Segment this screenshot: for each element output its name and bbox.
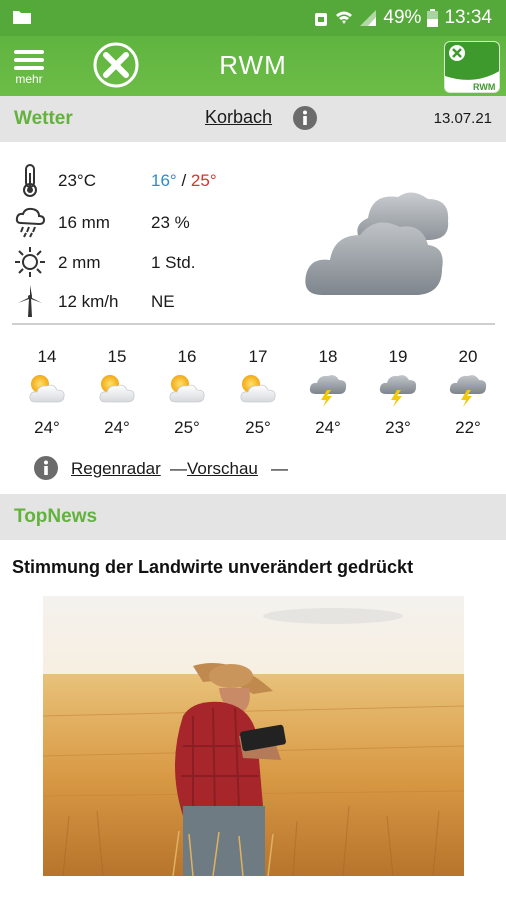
rwm-logo-text: RWM xyxy=(473,82,495,92)
current-temperature-row: 23°C 16° / 25° xyxy=(0,163,300,197)
forecast-temperature: 25° xyxy=(245,418,271,437)
forecast-temperature: 24° xyxy=(104,418,130,437)
forecast-day: 16 25° xyxy=(157,347,217,438)
sun-cloud-icon xyxy=(166,370,208,408)
signal-icon xyxy=(360,10,377,26)
forecast-day-number: 15 xyxy=(107,347,127,366)
news-image[interactable] xyxy=(43,596,464,876)
wind-speed: 12 km/h xyxy=(58,292,119,311)
temp-min-max: 16° / 25° xyxy=(151,171,217,191)
weather-links: Regenradar — Vorschau — xyxy=(0,455,506,483)
link-separator: — xyxy=(271,459,288,478)
temp-separator: / xyxy=(181,171,187,190)
forecast-temperature: 23° xyxy=(385,418,411,437)
sun-cloud-icon xyxy=(96,370,138,408)
thunderstorm-icon xyxy=(307,370,349,408)
forecast-day: 20 22° xyxy=(438,347,498,438)
forecast-day-number: 16 xyxy=(177,347,197,366)
sun-hours: 1 Std. xyxy=(151,253,196,272)
thunderstorm-icon xyxy=(447,370,489,408)
sun-row: 2 mm 1 Std. xyxy=(0,245,300,279)
forecast-temperature: 22° xyxy=(455,418,481,437)
forecast-temperature: 24° xyxy=(34,418,60,437)
farmer-in-wheat-field-photo xyxy=(43,596,464,876)
weather-title: Wetter xyxy=(14,108,73,129)
app-title: RWM xyxy=(219,50,287,80)
forecast-day-number: 20 xyxy=(458,347,478,366)
topnews-header: TopNews xyxy=(0,494,506,540)
status-bar: 49% 13:34 xyxy=(0,0,506,36)
forecast-day-number: 14 xyxy=(37,347,57,366)
rain-radar-link[interactable]: Regenradar xyxy=(71,459,161,479)
info-icon[interactable] xyxy=(292,105,318,131)
precipitation-amount: 16 mm xyxy=(58,213,110,232)
wind-row: 12 km/h NE xyxy=(0,284,300,318)
cloudy-icon xyxy=(305,192,449,295)
rain-cloud-icon xyxy=(15,207,46,238)
wind-turbine-icon xyxy=(18,285,42,317)
location-link[interactable]: Korbach xyxy=(205,107,272,128)
forecast-day-number: 19 xyxy=(388,347,408,366)
preview-link[interactable]: Vorschau xyxy=(187,459,258,479)
folder-icon xyxy=(13,11,31,24)
app-bar: mehr RWM RWM xyxy=(0,36,506,96)
link-separator: — xyxy=(170,459,187,478)
temp-min: 16° xyxy=(151,171,177,190)
current-temperature: 23°C xyxy=(58,171,96,190)
sun-cloud-icon xyxy=(26,370,68,408)
wind-direction: NE xyxy=(151,292,175,311)
rwm-brand-logo[interactable]: RWM xyxy=(444,41,500,93)
forecast-day: 18 24° xyxy=(298,347,358,438)
forecast-temperature: 25° xyxy=(174,418,200,437)
sun-icon xyxy=(15,247,45,277)
sun-value: 2 mm xyxy=(58,253,101,272)
forecast-day: 17 25° xyxy=(228,347,288,438)
weather-header: Wetter Korbach 13.07.21 xyxy=(0,96,506,142)
forecast-day: 15 24° xyxy=(87,347,147,438)
temp-max: 25° xyxy=(190,171,217,190)
battery-percent: 49% xyxy=(383,7,422,28)
topnews-title: TopNews xyxy=(14,506,98,527)
battery-icon xyxy=(427,9,439,27)
android-notification-icon xyxy=(315,13,328,26)
news-headline[interactable]: Stimmung der Landwirte unverändert gedrü… xyxy=(12,557,413,578)
sun-cloud-icon xyxy=(237,370,279,408)
info-icon[interactable] xyxy=(33,455,59,481)
forecast-temperature: 24° xyxy=(315,418,341,437)
wifi-icon xyxy=(336,11,353,24)
precipitation-row: 16 mm 23 % xyxy=(0,205,300,239)
forecast-day: 19 23° xyxy=(368,347,428,438)
thermometer-icon xyxy=(23,164,37,197)
clock: 13:34 xyxy=(444,7,492,28)
forecast-day: 14 24° xyxy=(17,347,77,438)
weather-date: 13.07.21 xyxy=(433,110,492,127)
precipitation-probability: 23 % xyxy=(151,213,190,232)
forecast-day-number: 18 xyxy=(318,347,338,366)
weather-divider xyxy=(12,323,495,325)
rwm-logo-icon: RWM xyxy=(445,42,499,92)
thunderstorm-icon xyxy=(377,370,419,408)
forecast-day-number: 17 xyxy=(248,347,268,366)
